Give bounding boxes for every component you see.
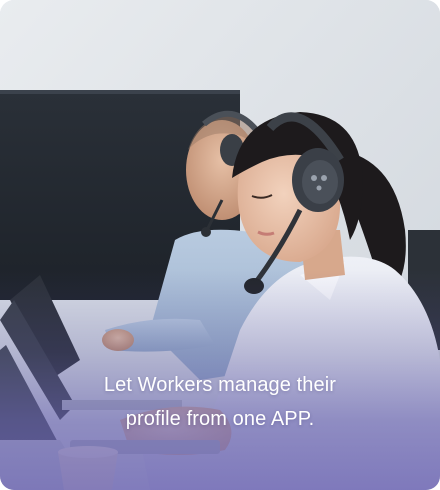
promo-card: Let Workers manage their profile from on… bbox=[0, 0, 440, 490]
caption-line-1: Let Workers manage their bbox=[103, 374, 337, 396]
promo-caption: Let Workers manage their profile from on… bbox=[20, 368, 420, 436]
caption-line-2: profile from one APP. bbox=[125, 408, 315, 430]
